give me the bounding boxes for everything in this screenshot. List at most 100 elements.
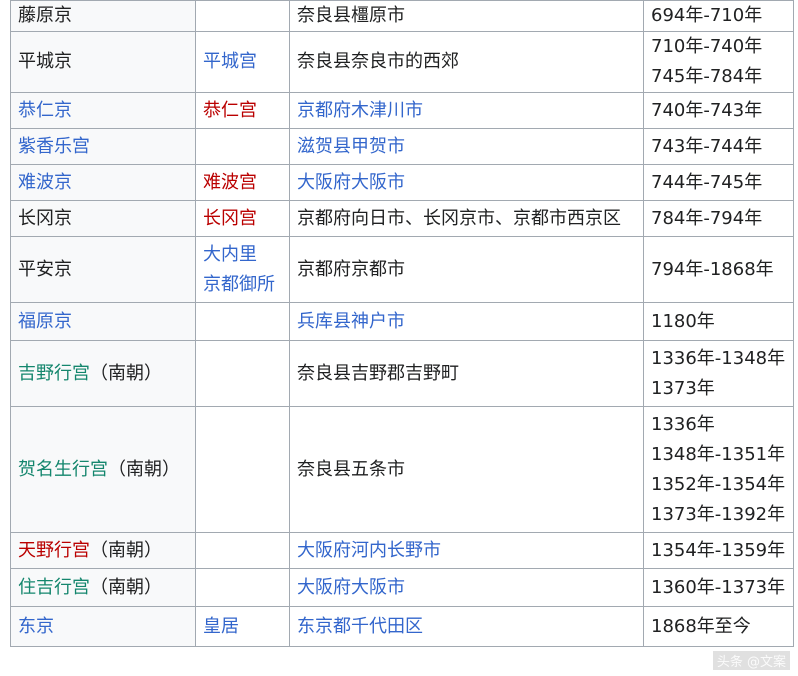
- capital-cell: 长冈京: [10, 200, 196, 237]
- capital-cell: 藤原京: [10, 0, 196, 32]
- southern-court-note: （南朝）: [90, 576, 162, 598]
- capital-cell: 平城京: [10, 31, 196, 93]
- table-row: 平城京 平城宫 奈良县奈良市的西郊 710年-740年 745年-784年: [10, 31, 794, 93]
- table-row: 贺名生行宫（南朝） 奈良县五条市 1336年 1348年-1351年 1352年-135…: [10, 406, 794, 533]
- period-text: 745年-784年: [651, 66, 763, 87]
- location-cell: 京都府向日市、长冈京市、京都市西京区: [289, 200, 644, 237]
- table-row: 平安京 大内里 京都御所 京都府京都市 794年-1868年: [10, 236, 794, 303]
- capital-name-link[interactable]: 恭仁京: [18, 100, 72, 121]
- palace-link[interactable]: 京都御所: [203, 270, 282, 300]
- period-text: 784年-794年: [651, 207, 763, 229]
- palace-cell: [195, 406, 290, 533]
- capital-cell: 恭仁京: [10, 92, 196, 129]
- period-text: 1352年-1354年: [651, 473, 786, 495]
- capital-name-link: 藤原京: [18, 5, 72, 26]
- capital-name-link[interactable]: 东京: [18, 616, 54, 637]
- location-text: 京都府京都市: [297, 258, 405, 280]
- southern-court-note: （南朝）: [108, 458, 180, 480]
- capital-cell: 天野行宫（南朝）: [10, 532, 196, 569]
- period-cell: 1336年-1348年 1373年: [643, 340, 794, 407]
- capital-name-link[interactable]: 天野行宫: [18, 540, 90, 561]
- palace-link[interactable]: 皇居: [203, 612, 282, 642]
- location-cell: 奈良县吉野郡吉野町: [289, 340, 644, 407]
- period-cell: 1360年-1373年: [643, 568, 794, 607]
- table-row: 天野行宫（南朝） 大阪府河内长野市 1354年-1359年: [10, 532, 794, 569]
- period-text: 794年-1868年: [651, 258, 774, 280]
- period-cell: 1868年至今: [643, 606, 794, 647]
- location-text[interactable]: 大阪府大阪市: [297, 577, 405, 598]
- palace-cell: 皇居: [195, 606, 290, 647]
- location-cell: 奈良县橿原市: [289, 0, 644, 32]
- location-text[interactable]: 滋贺县甲贺市: [297, 136, 405, 157]
- table-row: 紫香乐宫 滋贺县甲贺市 743年-744年: [10, 128, 794, 165]
- period-text: 744年-745年: [651, 171, 763, 193]
- period-text: 1373年: [651, 377, 715, 399]
- period-cell: 1336年 1348年-1351年 1352年-1354年 1373年-1392年: [643, 406, 794, 533]
- watermark: 头条 @文案: [712, 651, 790, 670]
- table-row: 东京 皇居 东京都千代田区 1868年至今: [10, 606, 794, 647]
- table-row: 吉野行宫（南朝） 奈良县吉野郡吉野町 1336年-1348年 1373年: [10, 340, 794, 407]
- capital-name-link[interactable]: 难波京: [18, 172, 72, 193]
- location-cell: 奈良县奈良市的西郊: [289, 31, 644, 93]
- table-row: 福原京 兵库县神户市 1180年: [10, 302, 794, 341]
- period-text: 1868年至今: [651, 615, 751, 637]
- southern-court-note: （南朝）: [90, 362, 162, 384]
- palace-link[interactable]: 大内里: [203, 240, 282, 270]
- palace-cell: [195, 532, 290, 569]
- period-text: 1360年-1373年: [651, 576, 786, 598]
- capital-name-link: 平安京: [18, 258, 72, 280]
- table-row: 恭仁京 恭仁宫 京都府木津川市 740年-743年: [10, 92, 794, 129]
- location-text[interactable]: 京都府木津川市: [297, 100, 423, 121]
- palace-cell: [195, 340, 290, 407]
- period-cell: 1180年: [643, 302, 794, 341]
- period-text: 1336年: [651, 413, 715, 435]
- location-text: 京都府向日市、长冈京市、京都市西京区: [297, 207, 621, 229]
- palace-cell: [195, 128, 290, 165]
- capital-name-link: 长冈京: [18, 207, 72, 229]
- capital-name-link[interactable]: 吉野行宫: [18, 363, 90, 384]
- palace-link[interactable]: 平城宫: [203, 47, 282, 77]
- location-cell: 京都府京都市: [289, 236, 644, 303]
- capital-name-link[interactable]: 住吉行宫: [18, 577, 90, 598]
- capital-cell: 紫香乐宫: [10, 128, 196, 165]
- capitals-table: 藤原京 奈良县橿原市 694年-710年平城京 平城宫 奈良县奈良市的西郊 710年-74…: [10, 0, 794, 647]
- period-cell: 784年-794年: [643, 200, 794, 237]
- location-cell: 东京都千代田区: [289, 606, 644, 647]
- table-row: 长冈京 长冈宫 京都府向日市、长冈京市、京都市西京区 784年-794年: [10, 200, 794, 237]
- palace-cell: [195, 302, 290, 341]
- period-text: 740年-743年: [651, 99, 763, 121]
- palace-link[interactable]: 难波宫: [203, 168, 282, 198]
- period-text: 1348年-1351年: [651, 443, 786, 465]
- palace-link[interactable]: 长冈宫: [203, 204, 282, 234]
- location-cell: 大阪府大阪市: [289, 568, 644, 607]
- period-cell: 694年-710年: [643, 0, 794, 32]
- period-cell: 743年-744年: [643, 128, 794, 165]
- palace-link[interactable]: 恭仁宫: [203, 96, 282, 126]
- location-text[interactable]: 东京都千代田区: [297, 616, 423, 637]
- capital-name-link[interactable]: 福原京: [18, 311, 72, 332]
- capital-cell: 吉野行宫（南朝）: [10, 340, 196, 407]
- capital-cell: 福原京: [10, 302, 196, 341]
- capital-name-link[interactable]: 贺名生行宫: [18, 459, 108, 480]
- location-text[interactable]: 兵库县神户市: [297, 311, 405, 332]
- period-cell: 744年-745年: [643, 164, 794, 201]
- palace-cell: [195, 0, 290, 32]
- period-text: 1180年: [651, 310, 715, 332]
- location-cell: 京都府木津川市: [289, 92, 644, 129]
- capital-cell: 东京: [10, 606, 196, 647]
- period-text: 710年-740年: [651, 36, 763, 57]
- period-cell: 794年-1868年: [643, 236, 794, 303]
- period-text: 1373年-1392年: [651, 503, 786, 525]
- capital-name-link[interactable]: 紫香乐宫: [18, 136, 90, 157]
- palace-cell: 大内里 京都御所: [195, 236, 290, 303]
- location-text[interactable]: 大阪府大阪市: [297, 172, 405, 193]
- period-text: 1354年-1359年: [651, 539, 786, 561]
- location-text[interactable]: 大阪府河内长野市: [297, 540, 441, 561]
- table-row: 住吉行宫（南朝） 大阪府大阪市 1360年-1373年: [10, 568, 794, 607]
- location-text: 奈良县吉野郡吉野町: [297, 362, 459, 384]
- table-row: 难波京 难波宫 大阪府大阪市 744年-745年: [10, 164, 794, 201]
- palace-cell: 平城宫: [195, 31, 290, 93]
- capital-cell: 贺名生行宫（南朝）: [10, 406, 196, 533]
- capital-cell: 难波京: [10, 164, 196, 201]
- southern-court-note: （南朝）: [90, 539, 162, 561]
